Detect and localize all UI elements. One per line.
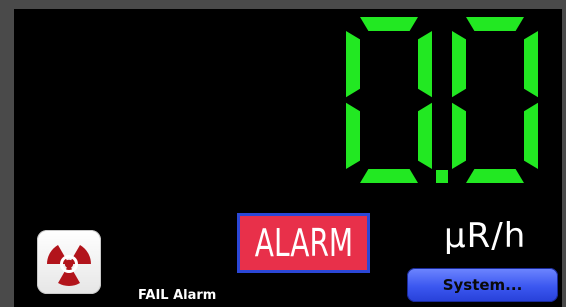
alarm-label: ALARM — [254, 221, 353, 265]
reading-digit-1 — [452, 17, 538, 183]
alarm-indicator: ALARM — [237, 213, 370, 273]
display-screen: μR/h ALARM FAIL Alarm System... — [14, 9, 562, 307]
system-button-label: System... — [442, 276, 523, 294]
reading-digit-0 — [346, 17, 432, 183]
radiation-button[interactable] — [37, 230, 101, 294]
device-frame: μR/h ALARM FAIL Alarm System... — [0, 0, 566, 307]
unit-label: μR/h — [444, 216, 527, 256]
system-button[interactable]: System... — [407, 268, 558, 302]
radiation-trefoil-icon — [47, 244, 91, 286]
decimal-point — [436, 170, 448, 183]
fail-alarm-status: FAIL Alarm — [138, 288, 217, 303]
